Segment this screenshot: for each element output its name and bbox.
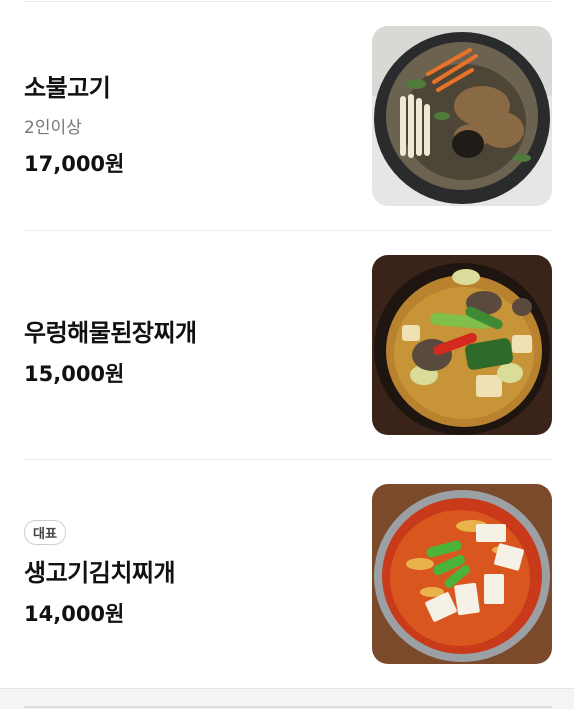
menu-item-description: 2인이상 (24, 118, 82, 138)
menu-item-name: 생고기김치찌개 (24, 559, 176, 587)
menu-divider (24, 459, 552, 460)
menu-item-text: 대표 생고기김치찌개 14,000원 (24, 520, 176, 628)
signature-badge: 대표 (24, 520, 66, 545)
menu-item-text: 소불고기 2인이상 17,000원 (24, 68, 124, 178)
top-divider (24, 1, 552, 2)
menu-item-text: 우렁해물된장찌개 15,000원 (24, 313, 197, 388)
menu-item-photo[interactable] (372, 255, 552, 435)
menu-item-name: 소불고기 (24, 74, 111, 102)
menu-item[interactable]: 소불고기 2인이상 17,000원 (24, 26, 552, 206)
menu-item-price: 14,000원 (24, 602, 125, 626)
menu-divider (24, 230, 552, 231)
menu-item-price: 15,000원 (24, 362, 125, 386)
menu-item-photo[interactable] (372, 484, 552, 664)
menu-item-photo[interactable] (372, 26, 552, 206)
menu-item-name: 우렁해물된장찌개 (24, 319, 197, 347)
menu-item[interactable]: 대표 생고기김치찌개 14,000원 (24, 484, 552, 664)
menu-item[interactable]: 우렁해물된장찌개 15,000원 (24, 255, 552, 435)
menu-item-price: 17,000원 (24, 152, 125, 176)
